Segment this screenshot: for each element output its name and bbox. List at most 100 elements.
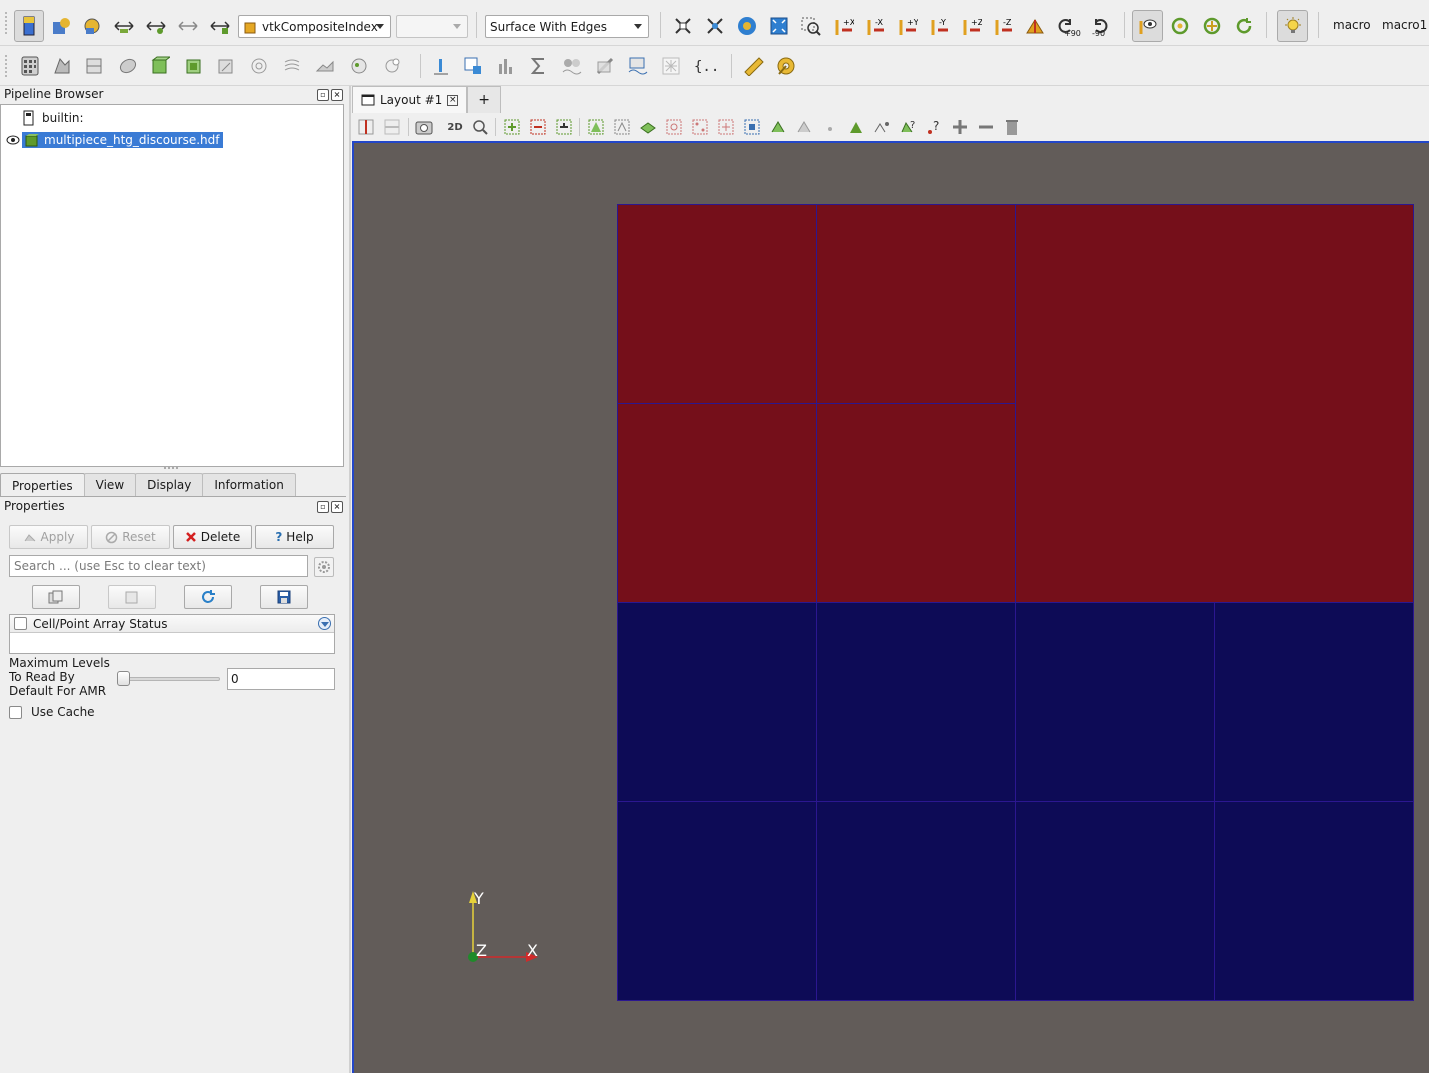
mesh-cell[interactable] bbox=[1015, 204, 1414, 603]
zoom-to-box-icon[interactable] bbox=[799, 14, 823, 38]
select-cells-on-icon[interactable] bbox=[502, 117, 522, 137]
mesh-cell[interactable] bbox=[617, 403, 817, 603]
mesh-cell[interactable] bbox=[816, 801, 1016, 1001]
calculator-icon[interactable] bbox=[18, 54, 42, 78]
close-panel-icon[interactable]: × bbox=[331, 501, 343, 513]
mesh-cell[interactable] bbox=[816, 204, 1016, 404]
rotate-around-icon[interactable] bbox=[1200, 14, 1224, 38]
interactive-select-cells-icon[interactable] bbox=[664, 117, 684, 137]
camera-undo-icon[interactable] bbox=[470, 117, 490, 137]
select-points-through-icon[interactable] bbox=[586, 117, 606, 137]
reset-camera-closest-icon[interactable] bbox=[767, 14, 791, 38]
probe-location-icon[interactable] bbox=[429, 54, 453, 78]
grow-selection-icon[interactable] bbox=[768, 117, 788, 137]
zoom-closest-icon[interactable] bbox=[735, 14, 759, 38]
use-cache-row[interactable]: Use Cache bbox=[9, 705, 95, 719]
shrink-selection-icon[interactable] bbox=[794, 117, 814, 137]
close-panel-icon[interactable]: × bbox=[331, 89, 343, 101]
help-button[interactable]: ? Help bbox=[255, 525, 334, 549]
mesh-cell[interactable] bbox=[1214, 801, 1414, 1001]
tab-information[interactable]: Information bbox=[202, 473, 296, 496]
split-horizontal-icon[interactable] bbox=[356, 117, 376, 137]
edit-color-map-icon[interactable] bbox=[49, 14, 73, 38]
zoom-to-data-icon[interactable] bbox=[703, 14, 727, 38]
float-panel-icon[interactable]: ▫ bbox=[317, 89, 329, 101]
copy-properties-button[interactable] bbox=[32, 585, 80, 609]
isometric-view-icon[interactable] bbox=[1023, 14, 1047, 38]
orbit-icon[interactable] bbox=[1168, 14, 1192, 38]
mesh-cell[interactable] bbox=[1015, 801, 1215, 1001]
pipeline-browser[interactable]: builtin: multipiece_htg_discourse.hdf bbox=[0, 104, 344, 467]
trash-icon[interactable] bbox=[1002, 117, 1022, 137]
pipeline-item-source[interactable]: multipiece_htg_discourse.hdf bbox=[6, 132, 223, 148]
select-all-arrays-checkbox[interactable] bbox=[14, 617, 27, 630]
macro1-button[interactable]: macro1 bbox=[1382, 18, 1427, 32]
plot-selection-icon[interactable] bbox=[872, 117, 892, 137]
mesh-cell[interactable] bbox=[617, 801, 817, 1001]
protractor-icon[interactable] bbox=[774, 54, 798, 78]
query-selection-icon[interactable]: ? bbox=[924, 117, 944, 137]
select-blocks-icon[interactable] bbox=[638, 117, 658, 137]
max-levels-slider-track[interactable] bbox=[117, 677, 220, 681]
mesh-cell[interactable] bbox=[617, 204, 817, 404]
sort-indicator-icon[interactable] bbox=[318, 617, 331, 630]
main-splitter[interactable] bbox=[349, 86, 351, 1073]
reset-button[interactable]: Reset bbox=[91, 525, 170, 549]
select-points-on-icon[interactable] bbox=[528, 117, 548, 137]
cell-point-array-table[interactable]: Cell/Point Array Status bbox=[9, 614, 335, 654]
max-levels-input[interactable]: 0 bbox=[227, 668, 335, 690]
view-minus-y-icon[interactable]: -Y bbox=[927, 14, 951, 38]
stream-tracer-icon[interactable] bbox=[247, 54, 271, 78]
properties-search-input[interactable]: Search ... (use Esc to clear text) bbox=[9, 555, 308, 577]
pipeline-item-builtin[interactable]: builtin: bbox=[23, 110, 84, 126]
warp-by-vector-icon[interactable] bbox=[280, 54, 304, 78]
integrate-variables-icon[interactable] bbox=[527, 54, 551, 78]
threshold-icon[interactable] bbox=[148, 54, 172, 78]
zoom-out-minus-icon[interactable] bbox=[976, 117, 996, 137]
extract-subset-icon[interactable] bbox=[182, 54, 206, 78]
toolbar-grip[interactable] bbox=[5, 55, 9, 77]
save-defaults-button[interactable] bbox=[260, 585, 308, 609]
mesh-cell[interactable] bbox=[617, 602, 817, 802]
plot-over-line-icon[interactable] bbox=[380, 54, 404, 78]
hover-cells-icon[interactable] bbox=[742, 117, 762, 137]
view-plus-y-icon[interactable]: +Y bbox=[895, 14, 919, 38]
zoom-in-plus-icon[interactable] bbox=[950, 117, 970, 137]
view-plus-x-icon[interactable]: +X bbox=[831, 14, 855, 38]
panel-splitter[interactable] bbox=[164, 467, 178, 471]
select-cells-through-icon[interactable] bbox=[554, 117, 574, 137]
interaction-mode-icon[interactable] bbox=[1132, 10, 1163, 42]
glyph-icon[interactable] bbox=[214, 54, 238, 78]
plot-over-time-icon[interactable] bbox=[560, 54, 584, 78]
rescale-visible-range-icon[interactable] bbox=[208, 14, 232, 38]
macro-button[interactable]: macro bbox=[1333, 18, 1371, 32]
view-plus-z-icon[interactable]: +Z bbox=[959, 14, 983, 38]
eye-icon[interactable] bbox=[6, 134, 20, 146]
reset-range-icon[interactable] bbox=[80, 14, 104, 38]
representation-select[interactable]: Surface With Edges bbox=[485, 15, 649, 38]
contour-icon[interactable] bbox=[50, 54, 74, 78]
toggle-color-legend-icon[interactable] bbox=[14, 10, 44, 42]
python-calculator-icon[interactable] bbox=[593, 54, 617, 78]
composite-index-select[interactable]: vtkCompositeIndex bbox=[238, 15, 391, 38]
use-cache-checkbox[interactable] bbox=[9, 705, 22, 719]
camera-screenshot-icon[interactable] bbox=[414, 117, 434, 137]
rescale-custom-range-icon[interactable] bbox=[144, 14, 168, 38]
clip-icon[interactable] bbox=[82, 54, 106, 78]
extract-selection-icon[interactable] bbox=[846, 117, 866, 137]
mesh-cell[interactable] bbox=[1214, 602, 1414, 802]
add-layout-tab-button[interactable]: + bbox=[467, 86, 502, 113]
extract-level-icon[interactable] bbox=[347, 54, 371, 78]
delete-button[interactable]: Delete bbox=[173, 525, 252, 549]
paste-properties-button[interactable] bbox=[108, 585, 156, 609]
reset-center-icon[interactable] bbox=[1232, 14, 1256, 38]
apply-button[interactable]: Apply bbox=[9, 525, 88, 549]
toggle-2d-button[interactable]: 2D bbox=[444, 117, 466, 137]
programmable-filter-icon[interactable]: {..} bbox=[692, 54, 718, 78]
tab-properties[interactable]: Properties bbox=[0, 473, 85, 497]
slice-icon[interactable] bbox=[116, 54, 140, 78]
tab-layout-1[interactable]: Layout #1 × bbox=[352, 86, 468, 113]
hover-points-icon[interactable] bbox=[716, 117, 736, 137]
find-data-icon[interactable]: ? bbox=[898, 117, 918, 137]
toolbar-grip[interactable] bbox=[5, 12, 9, 34]
